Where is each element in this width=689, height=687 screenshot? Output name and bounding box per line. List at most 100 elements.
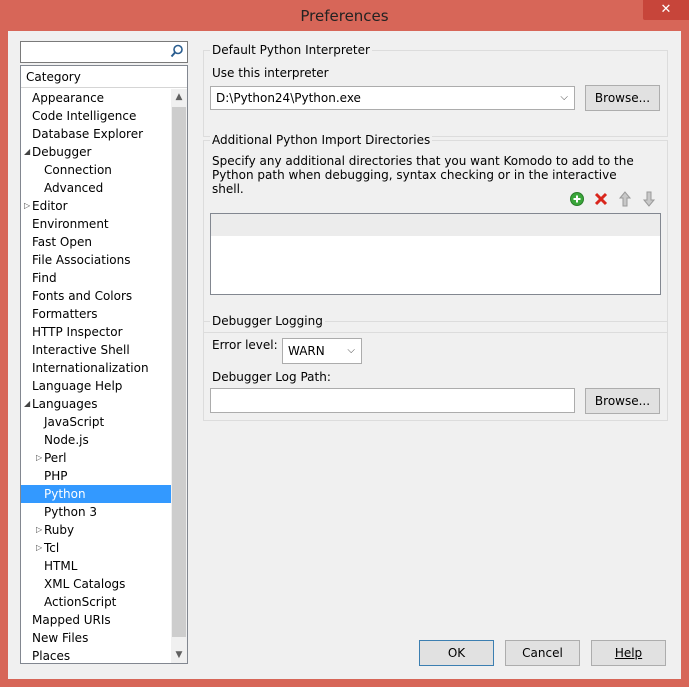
collapsed-triangle-icon[interactable]: ▷	[36, 521, 42, 539]
sidebar-item-internationalization[interactable]: Internationalization	[21, 359, 171, 377]
scroll-down-icon[interactable]: ▼	[171, 647, 187, 663]
sidebar-item-database-explorer[interactable]: Database Explorer	[21, 125, 171, 143]
sidebar-item-label: Debugger	[32, 145, 92, 159]
help-button[interactable]: Help	[591, 640, 666, 666]
close-window-button[interactable]: ✕	[643, 0, 689, 20]
error-level-label: Error level:	[212, 338, 278, 352]
debugger-logging-group-title: Debugger Logging	[210, 314, 325, 328]
sidebar-item-appearance[interactable]: Appearance	[21, 89, 171, 107]
sidebar-item-label: Python	[44, 487, 86, 501]
sidebar-item-label: Places	[32, 649, 71, 663]
chevron-down-icon: ⌵	[560, 92, 568, 103]
sidebar-item-label: Database Explorer	[32, 127, 144, 141]
category-tree-list: Appearance Code Intelligence Database Expl…	[21, 89, 171, 663]
sidebar-item-label: Editor	[32, 199, 68, 213]
sidebar-item-mapped-uris[interactable]: Mapped URIs	[21, 611, 171, 629]
sidebar-item-environment[interactable]: Environment	[21, 215, 171, 233]
sidebar-item-new-files[interactable]: New Files	[21, 629, 171, 647]
interpreter-select[interactable]: D:\Python24\Python.exe ⌵	[210, 86, 575, 110]
sidebar-item-tcl[interactable]: ▷ Tcl	[21, 539, 171, 557]
sidebar-item-label: Interactive Shell	[32, 343, 130, 357]
sidebar-item-html[interactable]: HTML	[21, 557, 171, 575]
category-search-input[interactable]	[20, 41, 188, 63]
cancel-button[interactable]: Cancel	[505, 640, 580, 666]
log-path-browse-button[interactable]: Browse...	[585, 388, 660, 414]
sidebar-item-ruby[interactable]: ▷ Ruby	[21, 521, 171, 539]
sidebar-item-actionscript[interactable]: ActionScript	[21, 593, 171, 611]
preferences-dialog: Category Appearance Code Intelligence Data…	[8, 31, 681, 679]
search-icon[interactable]	[170, 44, 184, 58]
add-icon[interactable]	[569, 191, 585, 207]
error-level-select[interactable]: WARN ⌵	[282, 338, 362, 364]
sidebar-item-label: Node.js	[44, 433, 89, 447]
use-interpreter-label: Use this interpreter	[212, 66, 329, 80]
sidebar-item-label: Formatters	[32, 307, 98, 321]
sidebar-item-label: New Files	[32, 631, 89, 645]
sidebar-item-label: Code Intelligence	[32, 109, 137, 123]
sidebar-item-label: PHP	[44, 469, 68, 483]
move-down-icon[interactable]	[641, 191, 657, 207]
sidebar-item-perl[interactable]: ▷ Perl	[21, 449, 171, 467]
sidebar-item-label: Mapped URIs	[32, 613, 111, 627]
collapsed-triangle-icon[interactable]: ▷	[36, 539, 42, 557]
sidebar-item-label: HTML	[44, 559, 78, 573]
sidebar-item-places[interactable]: Places	[21, 647, 171, 663]
scroll-thumb[interactable]	[172, 107, 186, 637]
window-title: Preferences	[300, 7, 389, 25]
sidebar-item-fonts-and-colors[interactable]: Fonts and Colors	[21, 287, 171, 305]
sidebar-item-fast-open[interactable]: Fast Open	[21, 233, 171, 251]
move-up-icon[interactable]	[617, 191, 633, 207]
sidebar-item-xml-catalogs[interactable]: XML Catalogs	[21, 575, 171, 593]
expanded-triangle-icon[interactable]: ◢	[24, 143, 30, 161]
remove-icon[interactable]	[593, 191, 609, 207]
import-dirs-group-title: Additional Python Import Directories	[210, 133, 433, 147]
list-item[interactable]	[211, 214, 660, 236]
sidebar-item-find[interactable]: Find	[21, 269, 171, 287]
sidebar-item-label: Fast Open	[32, 235, 92, 249]
import-dirs-list[interactable]	[210, 213, 661, 295]
category-tree-scrollbar[interactable]: ▲ ▼	[171, 89, 187, 663]
log-path-label: Debugger Log Path:	[212, 370, 331, 384]
sidebar-item-label: Ruby	[44, 523, 75, 537]
expanded-triangle-icon[interactable]: ◢	[24, 395, 30, 413]
sidebar-item-node-js[interactable]: Node.js	[21, 431, 171, 449]
sidebar-item-http-inspector[interactable]: HTTP Inspector	[21, 323, 171, 341]
import-dirs-group: Additional Python Import Directories Spe…	[203, 133, 668, 333]
sidebar-item-connection[interactable]: Connection	[21, 161, 171, 179]
sidebar-item-label: Tcl	[44, 541, 60, 555]
interpreter-select-value: D:\Python24\Python.exe	[216, 91, 361, 105]
log-path-input[interactable]	[210, 388, 575, 413]
sidebar-item-debugger[interactable]: ◢ Debugger	[21, 143, 171, 161]
ok-button[interactable]: OK	[419, 640, 494, 666]
sidebar-item-php[interactable]: PHP	[21, 467, 171, 485]
sidebar-item-formatters[interactable]: Formatters	[21, 305, 171, 323]
error-level-value: WARN	[288, 344, 325, 358]
collapsed-triangle-icon[interactable]: ▷	[36, 449, 42, 467]
import-dirs-description: Specify any additional directories that …	[212, 154, 634, 196]
sidebar-item-label: HTTP Inspector	[32, 325, 123, 339]
category-tree[interactable]: Category Appearance Code Intelligence Data…	[20, 65, 188, 664]
sidebar-item-interactive-shell[interactable]: Interactive Shell	[21, 341, 171, 359]
sidebar-item-languages[interactable]: ◢ Languages	[21, 395, 171, 413]
sidebar-item-label: Find	[32, 271, 57, 285]
sidebar-item-label: File Associations	[32, 253, 131, 267]
scroll-up-icon[interactable]: ▲	[171, 89, 187, 105]
sidebar-item-editor[interactable]: ▷ Editor	[21, 197, 171, 215]
sidebar-item-language-help[interactable]: Language Help	[21, 377, 171, 395]
sidebar-item-label: Advanced	[44, 181, 104, 195]
sidebar-item-javascript[interactable]: JavaScript	[21, 413, 171, 431]
sidebar-item-code-intelligence[interactable]: Code Intelligence	[21, 107, 171, 125]
interpreter-browse-button[interactable]: Browse...	[585, 85, 660, 111]
help-button-label: Help	[614, 646, 643, 660]
sidebar-item-file-associations[interactable]: File Associations	[21, 251, 171, 269]
sidebar-item-label: Fonts and Colors	[32, 289, 133, 303]
sidebar-item-label: JavaScript	[44, 415, 105, 429]
sidebar-item-advanced[interactable]: Advanced	[21, 179, 171, 197]
sidebar-item-label: XML Catalogs	[44, 577, 126, 591]
sidebar-item-python[interactable]: Python	[21, 485, 171, 503]
sidebar-item-python-3[interactable]: Python 3	[21, 503, 171, 521]
sidebar-item-label: Languages	[32, 397, 98, 411]
debugger-logging-group: Debugger Logging Error level: WARN ⌵ Deb…	[203, 314, 668, 421]
collapsed-triangle-icon[interactable]: ▷	[24, 197, 30, 215]
category-tree-header: Category	[21, 66, 187, 88]
